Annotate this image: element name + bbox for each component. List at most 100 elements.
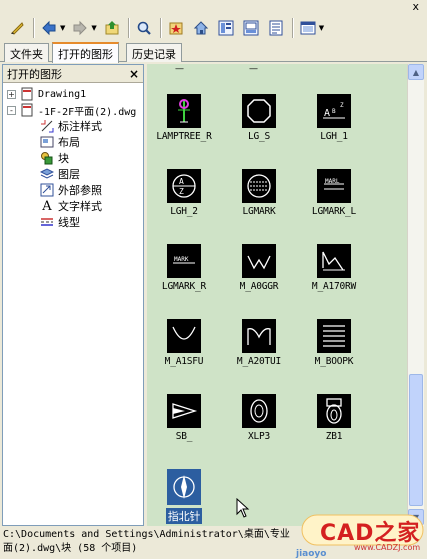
tree-panel-header: 打开的图形 ×	[3, 65, 143, 83]
up-icon[interactable]	[101, 17, 123, 39]
tree-node-layers[interactable]: 图层	[3, 166, 143, 182]
layers-icon	[39, 167, 55, 181]
tree-panel-close-icon[interactable]: ×	[129, 67, 139, 81]
lgh1-icon: ABZ	[317, 94, 351, 128]
block-item-label: LGMARK_L	[311, 206, 357, 217]
vertical-scrollbar[interactable]: ▲ ▼	[407, 64, 424, 526]
block-item[interactable]: LG_S	[219, 94, 299, 142]
block-item[interactable]: M_A1SFU	[144, 319, 224, 367]
block-item-label: LGMARK_R	[161, 281, 207, 292]
toolbar-separator	[291, 18, 293, 38]
preview-icon[interactable]	[240, 17, 262, 39]
tree-node-linetypes[interactable]: 线型	[3, 214, 143, 230]
block-item[interactable]: MARK LGMARK_R	[144, 244, 224, 292]
block-item-label: M_A20TUI	[236, 356, 282, 367]
tree-toggle-icon[interactable]	[215, 17, 237, 39]
toolbar-separator	[159, 18, 161, 38]
watermark: CAD之家 www.CADZJ.com jiaoyo	[296, 513, 427, 559]
tree-node-textstyles[interactable]: A 文字样式	[3, 198, 143, 214]
tree-node-drawing[interactable]: - -1F-2F平面(2).dwg	[3, 102, 143, 118]
tree-node-label: 线型	[58, 216, 80, 229]
svg-text:MARL: MARL	[325, 178, 340, 185]
favorites-icon[interactable]	[165, 17, 187, 39]
tree-node-label: 图层	[58, 168, 80, 181]
block-item[interactable]: ABZ LGH_1	[294, 94, 374, 142]
title-strip: x	[0, 0, 427, 14]
block-palette: — — LAMPTREE_R LG_S ABZ LGH_1 AZ LGH_2 L…	[147, 64, 407, 526]
linetype-icon	[39, 215, 55, 229]
ellipse-icon	[242, 394, 276, 428]
block-item[interactable]: M_A170RW	[294, 244, 374, 292]
back-icon[interactable]	[38, 17, 60, 39]
block-item[interactable]: SB_	[144, 394, 224, 442]
block-item-label: LG_S	[247, 131, 271, 142]
block-item-label: M_A0GGR	[239, 281, 279, 292]
block-item[interactable]: M_BOOPK	[294, 319, 374, 367]
block-item-label: SB_	[175, 431, 193, 442]
circle-az-icon: AZ	[167, 169, 201, 203]
scroll-up-icon[interactable]: ▲	[408, 64, 424, 80]
block-item-label: 指北针	[165, 508, 203, 524]
tree-node-label: 块	[58, 152, 69, 165]
block-item-label: M_BOOPK	[314, 356, 354, 367]
xref-icon	[39, 183, 55, 197]
dimension-style-icon	[39, 119, 55, 133]
svg-text:MARK: MARK	[174, 256, 189, 263]
watermark-url: www.CADZJ.com	[354, 543, 421, 552]
views-icon[interactable]	[297, 17, 319, 39]
block-item[interactable]: ZB1	[294, 394, 374, 442]
block-item-label: LAMPTREE_R	[156, 131, 212, 142]
block-item[interactable]: LAMPTREE_R	[144, 94, 224, 142]
tree-panel: 打开的图形 × + Drawing1 - -1F-2F平面(2).dwg 标注样…	[2, 64, 144, 526]
svg-text:B: B	[332, 108, 336, 115]
tree-node-drawing1[interactable]: + Drawing1	[3, 86, 143, 102]
octagon-icon	[242, 94, 276, 128]
tree-panel-title: 打开的图形	[7, 67, 62, 81]
tab-history[interactable]: 历史记录	[126, 43, 182, 62]
cropped-item-mark: —	[175, 64, 184, 74]
cropped-item-mark: —	[249, 64, 258, 74]
views-dropdown-icon[interactable]: ▼	[319, 24, 324, 32]
block-item[interactable]: M_A20TUI	[219, 319, 299, 367]
tree-node-label: 布局	[58, 136, 80, 149]
toolbar: ▼ ▼ ▼	[0, 14, 427, 42]
tree-node-label: 外部参照	[58, 184, 102, 197]
tree-node-xrefs[interactable]: 外部参照	[3, 182, 143, 198]
block-item[interactable]: 指北针	[144, 469, 224, 524]
tree-node-label: 文字样式	[58, 200, 102, 213]
block-item-label: LGH_1	[320, 131, 348, 142]
v-curve-icon	[167, 319, 201, 353]
tree-node-dimstyles[interactable]: 标注样式	[3, 118, 143, 134]
block-item[interactable]: MARL LGMARK_L	[294, 169, 374, 217]
tab-folders[interactable]: 文件夹	[4, 43, 49, 62]
close-icon[interactable]: x	[412, 1, 419, 13]
load-icon[interactable]	[6, 17, 28, 39]
lines-icon	[317, 319, 351, 353]
tab-bar: 文件夹 打开的图形 历史记录	[0, 42, 427, 63]
forward-icon[interactable]	[69, 17, 91, 39]
scroll-thumb[interactable]	[409, 374, 423, 506]
description-icon[interactable]	[265, 17, 287, 39]
expand-icon[interactable]: +	[7, 89, 16, 99]
lgmark-icon	[242, 169, 276, 203]
search-icon[interactable]	[133, 17, 155, 39]
home-icon[interactable]	[190, 17, 212, 39]
block-item[interactable]: LGMARK	[219, 169, 299, 217]
compass-icon	[167, 469, 201, 505]
tab-open-drawings[interactable]: 打开的图形	[52, 42, 119, 63]
block-item[interactable]: AZ LGH_2	[144, 169, 224, 217]
toilet-icon	[317, 394, 351, 428]
block-item[interactable]: XLP3	[219, 394, 299, 442]
lamp-tree-icon	[167, 94, 201, 128]
tree-node-blocks[interactable]: 块	[3, 150, 143, 166]
collapse-icon[interactable]: -	[7, 105, 16, 115]
forward-dropdown-icon[interactable]: ▼	[91, 24, 96, 32]
block-item-label: M_A1SFU	[164, 356, 204, 367]
back-dropdown-icon[interactable]: ▼	[60, 24, 65, 32]
block-item[interactable]: M_A0GGR	[219, 244, 299, 292]
mouse-cursor-icon	[236, 498, 250, 518]
waveform-icon	[317, 244, 351, 278]
tree-node-layouts[interactable]: 布局	[3, 134, 143, 150]
block-item-label: LGH_2	[170, 206, 198, 217]
drawing-file-icon	[19, 87, 35, 101]
